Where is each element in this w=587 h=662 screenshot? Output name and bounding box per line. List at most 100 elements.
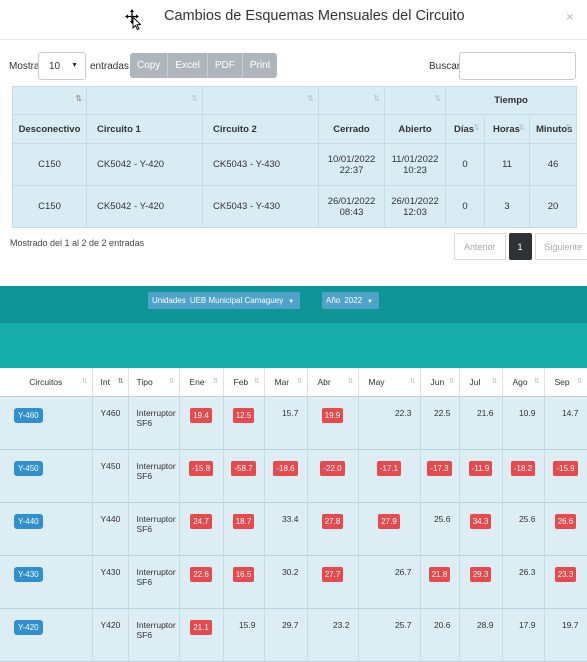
cell-month-value: 23.3 [544, 555, 587, 609]
cell-month-value: 26.7 [358, 555, 421, 609]
col-jul[interactable]: Jul ⇅ [459, 368, 503, 397]
cell-abierto: 26/01/2022 12:03 [384, 185, 446, 228]
cell-tipo: Interruptor SF6 [128, 555, 180, 609]
cell-month-value: 24.7 [179, 502, 224, 556]
close-icon[interactable]: × [566, 9, 574, 24]
cell-month-value: -58.7 [223, 449, 265, 503]
col-abr[interactable]: Abr ⇅ [307, 368, 359, 397]
cell-month-value: 26.3 [502, 555, 545, 609]
cell-circuito1: CK5042 - Y-420 [86, 185, 203, 228]
col-dias[interactable]: Días ⇅ [445, 114, 485, 144]
cell-tipo: Interruptor SF6 [128, 608, 180, 662]
cell-month-value: 28.9 [459, 608, 503, 662]
tipo-line2: SF6 [136, 470, 153, 481]
circuit-badge[interactable]: Y-460 [14, 407, 43, 423]
cerrado-date: 10/01/2022 [327, 153, 376, 165]
circuit-badge[interactable]: Y-430 [14, 566, 43, 582]
col-minutos[interactable]: Minutos ⇅ [528, 114, 578, 144]
cell-tipo: Interruptor SF6 [128, 502, 180, 556]
cell-month-value: -18.2 [502, 449, 545, 503]
col-label: Mar [274, 376, 290, 387]
print-button[interactable]: Print [242, 53, 278, 78]
cell-int: Y460 [92, 396, 129, 450]
sort-icon: ⇅ [448, 378, 455, 385]
col-feb[interactable]: Feb ⇅ [223, 368, 265, 397]
tipo-line1: Interruptor [136, 566, 176, 577]
col-ago[interactable]: Ago ⇅ [502, 368, 545, 397]
negative-badge: 29.3 [469, 566, 492, 582]
tipo-line2: SF6 [136, 523, 153, 534]
modal-title: Cambios de Esquemas Mensuales del Circui… [164, 8, 465, 24]
col-horas[interactable]: Horas ⇅ [484, 114, 530, 144]
pdf-button[interactable]: PDF [207, 53, 243, 78]
cerrado-time: 22:37 [339, 164, 364, 176]
header-band [0, 323, 587, 368]
year-dropdown[interactable]: Año 2022 ▼ [322, 292, 379, 309]
cell-circuito2: CK5043 - Y-430 [202, 143, 319, 186]
circuits-body: Y-460 Y460 Interruptor SF6 19.4 12.5 15.7 19.9 2… [0, 396, 587, 662]
cell-int: Y430 [92, 555, 129, 609]
col-cerrado[interactable]: Cerrado [318, 114, 385, 144]
col-jun[interactable]: Jun ⇅ [420, 368, 460, 397]
cell-month-value: 25.6 [420, 502, 460, 556]
unit-value: UEB Municipal Camaguey [189, 296, 284, 305]
col-tipo[interactable]: Tipo ⇅ [128, 368, 180, 397]
cell-month-value: 33.4 [264, 502, 308, 556]
cell-month-value: -15.8 [179, 449, 224, 503]
search-input[interactable] [459, 52, 576, 80]
circuit-badge[interactable]: Y-450 [14, 460, 43, 476]
sort-header-circuito1-top[interactable]: ⇅ [86, 86, 203, 115]
pager-prev-button[interactable]: Anterior [454, 233, 506, 260]
sort-header-cerrado-top[interactable]: ⇅ [318, 86, 385, 115]
cell-month-value: 22.3 [358, 396, 421, 450]
col-sep[interactable]: Sep ⇅ [544, 368, 587, 397]
sort-header-circuito2-top[interactable]: ⇅ [202, 86, 319, 115]
pagination: Anterior 1 Siguiente [454, 233, 587, 260]
cell-tipo: Interruptor SF6 [128, 396, 180, 450]
negative-badge: 22.6 [190, 566, 212, 582]
col-abierto[interactable]: Abierto [384, 114, 446, 144]
col-desconectivo[interactable]: Desconectivo [12, 114, 87, 144]
cell-abierto: 11/01/2022 10:23 [384, 143, 446, 186]
tipo-line1: Interruptor [136, 619, 176, 630]
negative-badge: -18.2 [510, 460, 536, 476]
page-length-select[interactable]: 10 ▼ [38, 52, 86, 80]
col-circuito2[interactable]: Circuito 2 [202, 114, 319, 144]
table-controls: Mostrar 10 ▼ entradas Copy Excel PDF Pri… [0, 52, 587, 82]
negative-badge: -18.6 [273, 460, 298, 476]
sort-icon: ⇅ [296, 378, 303, 385]
negative-badge: -15.8 [188, 460, 214, 476]
table-row: Y-460 Y460 Interruptor SF6 19.4 12.5 15.7 19.9 2… [0, 396, 587, 450]
pager-next-button[interactable]: Siguiente [534, 233, 587, 260]
col-int[interactable]: Int ⇅ [92, 368, 129, 397]
sort-icon: ⇅ [409, 378, 416, 385]
unit-dropdown[interactable]: Unidades UEB Municipal Camaguey ▼ [148, 292, 301, 309]
circuit-badge[interactable]: Y-440 [14, 513, 43, 529]
schema-changes-modal: Cambios de Esquemas Mensuales del Circui… [0, 0, 587, 268]
negative-badge: -11.9 [468, 460, 493, 476]
tipo-line2: SF6 [136, 576, 153, 587]
cell-horas: 3 [484, 185, 530, 228]
sort-icon: ⇅ [212, 378, 219, 385]
cell-cerrado: 10/01/2022 22:37 [318, 143, 385, 186]
cell-circuito: Y-460 [0, 396, 93, 450]
abierto-date: 11/01/2022 [391, 153, 439, 165]
copy-button[interactable]: Copy [130, 53, 169, 78]
col-may[interactable]: May ⇅ [358, 368, 421, 397]
col-circuitos[interactable]: Circuitos ⇅ [0, 368, 93, 397]
col-circuito1[interactable]: Circuito 1 [86, 114, 203, 144]
cell-circuito1: CK5042 - Y-420 [86, 143, 203, 186]
col-mar[interactable]: Mar ⇅ [264, 368, 308, 397]
sort-header-desconectivo-top[interactable]: ⇅ [12, 86, 87, 115]
excel-button[interactable]: Excel [168, 53, 208, 78]
negative-badge: 12.5 [232, 407, 255, 423]
sort-header-abierto-top[interactable]: ⇅ [384, 86, 446, 115]
col-ene[interactable]: Ene ⇅ [179, 368, 224, 397]
table-info: Mostrado del 1 al 2 de 2 entradas [10, 238, 145, 248]
cell-month-value: 27.7 [307, 555, 359, 609]
col-label: Feb [233, 376, 249, 387]
pager-page-1[interactable]: 1 [508, 233, 532, 260]
cerrado-time: 08:43 [339, 206, 364, 218]
circuit-badge[interactable]: Y-420 [14, 619, 43, 635]
negative-badge: 21.8 [428, 566, 451, 582]
